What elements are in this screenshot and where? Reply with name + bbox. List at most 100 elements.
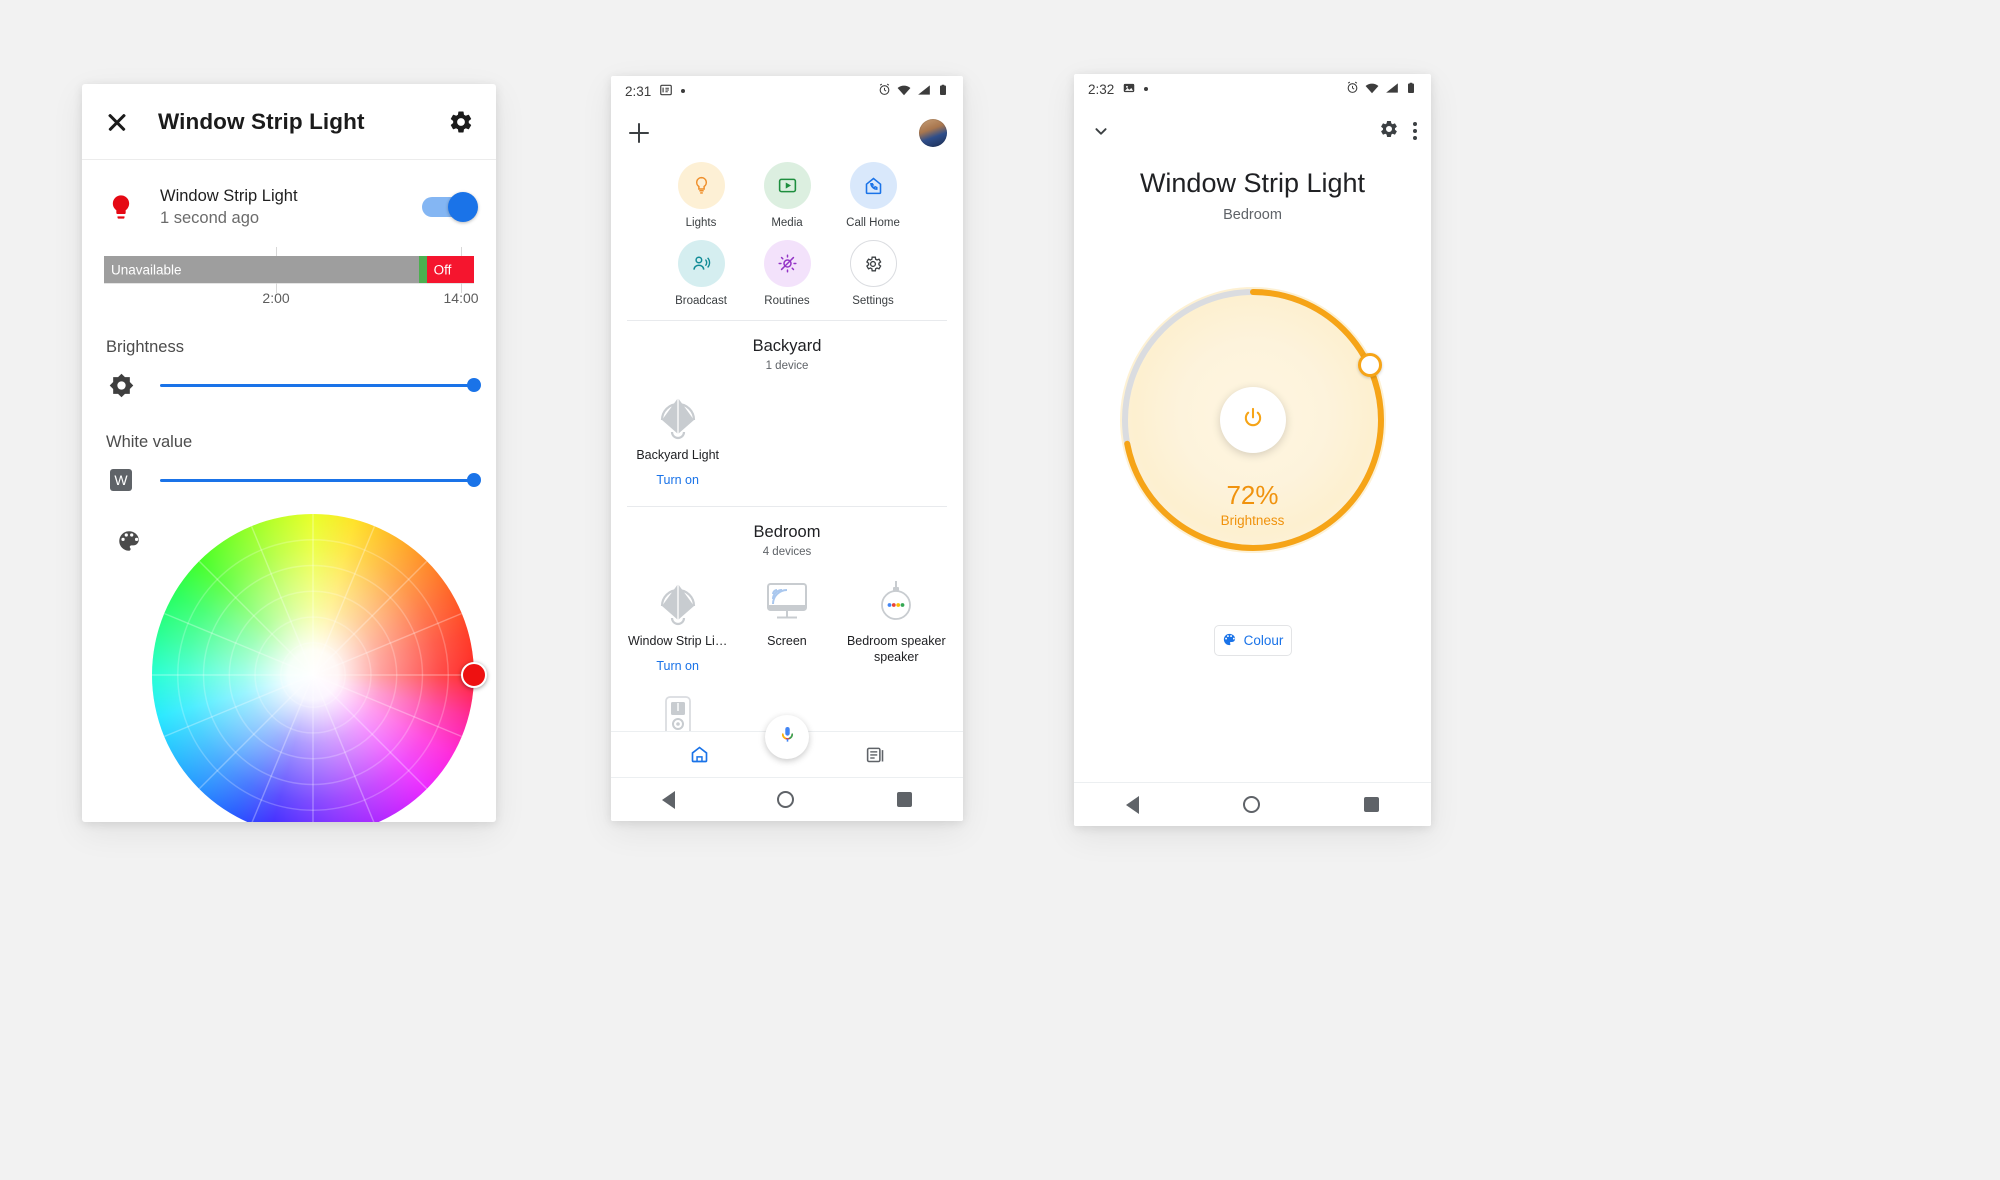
quick-action-label: Call Home [846,217,900,229]
gear-icon [849,240,897,287]
back-icon[interactable] [662,790,676,809]
color-picker-area [104,514,487,822]
close-icon[interactable] [104,109,130,135]
home-circle-icon[interactable] [1243,796,1260,813]
battery-icon [937,84,949,99]
lightbulb-icon [104,193,138,221]
history-axis-label: 2:00 [262,290,290,306]
room-header-bedroom: Bedroom 4 devices [611,507,963,563]
white-value-slider-knob[interactable] [467,473,481,487]
history-segment[interactable]: Unavailable [104,256,420,283]
colour-button[interactable]: Colour [1213,625,1292,656]
media-icon [763,162,811,209]
quick-action-routines[interactable]: Routines [755,240,819,308]
quick-action-call-home[interactable]: Call Home [841,162,905,230]
entity-power-toggle[interactable] [422,192,478,222]
colour-button-label: Colour [1243,633,1284,648]
history-axis-label: 14:00 [443,290,479,306]
brightness-slider[interactable] [160,378,481,392]
device-action-link[interactable]: Turn on [625,472,730,488]
back-icon[interactable] [1126,795,1139,814]
home-circle-icon[interactable] [777,791,795,808]
room-device-count: 1 device [765,360,809,372]
color-wheel[interactable] [152,514,487,822]
quick-action-media[interactable]: Media [755,162,819,230]
dot-icon [1144,87,1149,91]
brightness-slider-row [104,363,481,407]
bottom-nav-feed[interactable] [787,744,963,765]
room-device-count: 4 devices [762,546,812,558]
history-segment[interactable]: Off [426,256,474,283]
quick-action-lights[interactable]: Lights [669,162,733,230]
quick-action-label: Lights [685,217,717,229]
device-name: Bedroom speaker speaker [846,634,946,664]
cast-screen-icon [734,575,839,629]
wifi-icon [1365,81,1379,98]
recents-icon[interactable] [896,792,912,807]
quick-actions: Lights Media Call Home Broadcast Routine… [611,154,963,318]
quick-action-broadcast[interactable]: Broadcast [669,240,733,308]
room-name: Backyard [752,337,822,355]
room-name: Bedroom [753,523,821,541]
power-button[interactable] [1219,387,1286,453]
status-bar-time: 2:32 [1088,81,1115,97]
room-header-backyard: Backyard 1 device [611,321,963,377]
signal-icon [917,83,931,100]
history-segment-label: Off [433,262,452,277]
device-title: Window Strip Light [1139,168,1366,198]
quick-action-label: Media [771,217,803,229]
quick-action-label: Settings [852,295,894,307]
brightness-dial[interactable]: 72% Brightness [1114,281,1392,559]
white-value-icon: W [104,469,138,491]
gear-icon[interactable] [448,109,474,135]
white-value-badge: W [110,469,132,491]
device-tile[interactable]: Window Strip Li… Turn on [623,569,732,684]
brightness-icon [104,373,138,398]
signal-icon [1385,81,1399,98]
white-value-slider-row: W [104,458,481,502]
dot-icon [681,89,686,93]
brightness-slider-knob[interactable] [467,378,481,392]
device-tile[interactable]: Bedroom speaker speaker [842,569,951,684]
call-home-icon [849,162,897,209]
bulb-outline-icon [625,389,730,443]
color-wheel-cursor[interactable] [461,662,487,688]
history-segment-label: Unavailable [111,262,182,277]
gear-icon[interactable] [1379,119,1399,144]
device-tile-empty [842,383,951,498]
device-name: Screen [767,634,807,648]
quick-action-settings[interactable]: Settings [841,240,905,308]
brightness-value: 72% [1226,480,1279,510]
entity-last-changed: 1 second ago [160,208,260,227]
lightbulb-icon [677,162,725,209]
bottom-nav-home[interactable] [611,744,787,765]
device-name: Window Strip Li… [627,634,728,648]
device-action-link[interactable]: Turn on [625,658,730,674]
device-tile[interactable]: Screen [732,569,841,684]
status-bar: 2:32 [1074,74,1431,104]
account-avatar[interactable] [919,119,947,147]
palette-icon [1222,632,1237,650]
alarm-icon [1346,81,1359,97]
color-wheel-rings [177,539,449,811]
add-icon[interactable] [627,121,651,145]
dial-readout: 72% Brightness [1114,479,1392,531]
history-segment[interactable] [419,256,427,283]
status-bar-left: 2:31 [625,83,878,100]
device-tile[interactable]: Backyard Light Turn on [623,383,732,498]
history-bar: Unavailable Off [104,256,474,283]
chevron-down-icon[interactable] [1088,118,1114,144]
white-value-slider[interactable] [160,473,481,487]
routines-icon [763,240,811,287]
brightness-caption: Brightness [1220,513,1285,528]
assistant-fab[interactable] [765,715,809,759]
more-vert-icon[interactable] [1413,119,1417,143]
recents-icon[interactable] [1364,797,1379,812]
brightness-label: Brightness [106,338,184,356]
device-name: Backyard Light [636,448,719,462]
status-bar-time: 2:31 [625,83,652,99]
power-icon [1240,405,1266,436]
home-app-toolbar [611,106,963,154]
status-bar-left: 2:32 [1088,81,1346,98]
broadcast-icon [677,240,725,287]
